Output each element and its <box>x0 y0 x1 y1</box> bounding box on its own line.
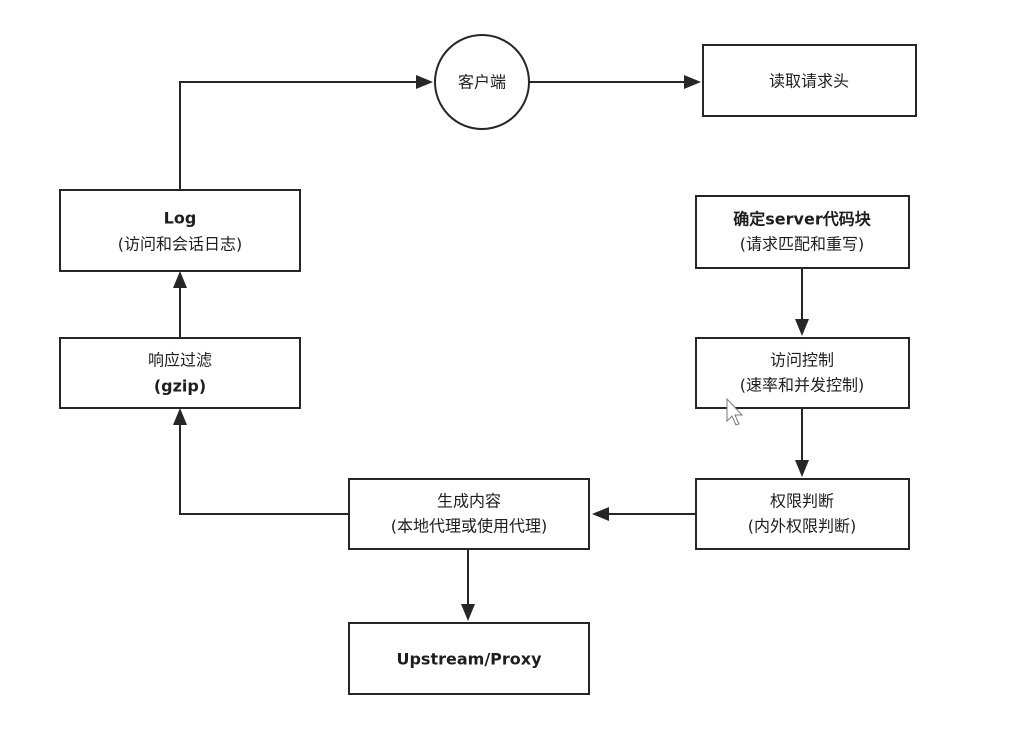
arrowhead-response-filter-to-log <box>173 271 187 288</box>
node-upstream-label: Upstream/Proxy <box>396 650 542 669</box>
node-server-block-shape <box>695 195 910 269</box>
node-read-headers-label: 读取请求头 <box>769 72 849 91</box>
arrowhead-access-control-to-permission <box>795 460 809 477</box>
node-permission: 权限判断 (内外权限判断) <box>695 478 910 550</box>
node-permission-line1: 权限判断 <box>770 492 834 511</box>
node-response-filter-line1: 响应过滤 <box>148 351 212 370</box>
node-response-filter-line2: (gzip) <box>154 377 206 396</box>
arrowhead-generate-content-to-response-filter <box>173 408 187 425</box>
edge-generate-content-to-response-filter <box>179 424 349 515</box>
node-permission-shape <box>695 478 910 550</box>
node-log-line1: Log <box>164 209 197 228</box>
edge-log-to-client <box>179 81 417 190</box>
arrowhead-generate-content-to-upstream <box>461 604 475 621</box>
node-access-control-shape <box>695 337 910 409</box>
node-read-headers: 读取请求头 <box>702 44 917 117</box>
node-upstream: Upstream/Proxy <box>348 622 590 695</box>
node-permission-line2: (内外权限判断) <box>748 517 857 536</box>
arrowhead-server-block-to-access-control <box>795 319 809 336</box>
node-server-block-line2: (请求匹配和重写) <box>740 235 865 254</box>
node-server-block-line1: 确定server代码块 <box>733 210 871 229</box>
node-log-shape <box>59 189 301 272</box>
nginx-request-flow-diagram: 客户端 读取请求头 确定server代码块 (请求匹配和重写) 访问控制 (速率… <box>59 34 917 695</box>
node-server-block: 确定server代码块 (请求匹配和重写) <box>695 195 910 269</box>
arrowhead-log-to-client <box>416 75 433 89</box>
arrowhead-client-to-read-headers <box>684 75 701 89</box>
node-access-control-line2: (速率和并发控制) <box>740 376 865 395</box>
node-access-control-line1: 访问控制 <box>770 351 834 370</box>
node-response-filter-shape <box>59 337 301 409</box>
node-client-label: 客户端 <box>458 73 506 92</box>
node-generate-content-line2: (本地代理或使用代理) <box>391 517 548 536</box>
node-log: Log (访问和会话日志) <box>59 189 301 272</box>
node-client: 客户端 <box>434 34 530 130</box>
node-response-filter: 响应过滤 (gzip) <box>59 337 301 409</box>
arrowhead-permission-to-generate-content <box>592 507 609 521</box>
node-log-line2: (访问和会话日志) <box>118 235 243 254</box>
node-generate-content-line1: 生成内容 <box>437 492 501 511</box>
node-access-control: 访问控制 (速率和并发控制) <box>695 337 910 409</box>
node-generate-content-shape <box>348 478 590 550</box>
node-generate-content: 生成内容 (本地代理或使用代理) <box>348 478 590 550</box>
